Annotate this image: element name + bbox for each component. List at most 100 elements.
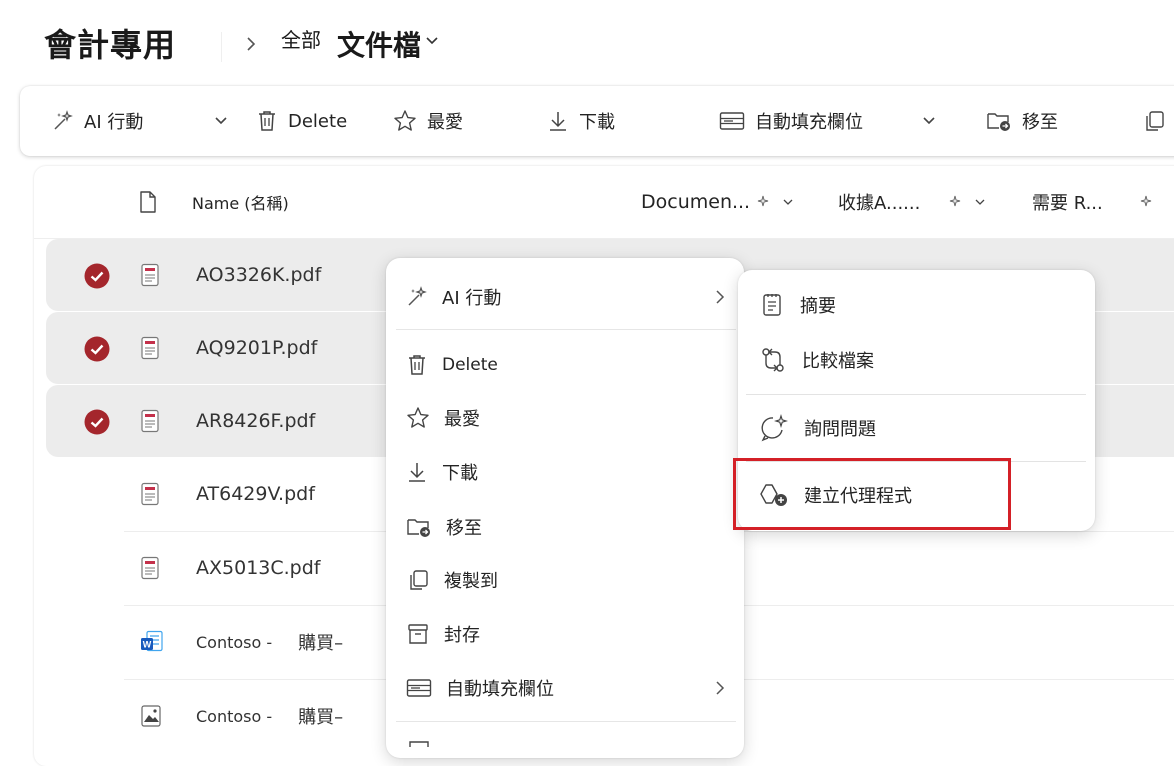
chevron-down-icon[interactable] [213, 114, 229, 128]
toolbar-download-button[interactable]: 下載 [547, 86, 615, 156]
trash-icon [406, 353, 428, 377]
menu-item-download[interactable]: 下載 [406, 459, 478, 485]
pdf-icon [140, 263, 160, 287]
menu-item-label: AI 行動 [442, 288, 502, 309]
menu-item-label: 移至 [446, 518, 482, 539]
submenu-item-ask-question[interactable]: 詢問問題 [760, 414, 876, 442]
submenu-divider [746, 394, 1086, 395]
toolbar-favorite-button[interactable]: 最愛 [393, 86, 463, 156]
toolbar-delete-label: Delete [288, 110, 348, 132]
file-name[interactable]: Contoso - 購買– [196, 680, 343, 752]
chevron-down-icon[interactable] [921, 114, 937, 128]
column-header-receipt[interactable]: 收據A...... [838, 166, 986, 238]
toolbar-delete-button[interactable]: Delete [256, 86, 347, 156]
menu-item-favorite[interactable]: 最愛 [406, 405, 480, 431]
menu-item-delete[interactable]: Delete [406, 353, 498, 377]
column-header-name[interactable]: Name (名稱) [192, 166, 289, 238]
toolbar-autofill-button[interactable]: 自動填充欄位 [719, 86, 937, 156]
chevron-right-icon [714, 680, 726, 696]
column-header-document-label: Documen... [641, 191, 751, 213]
toolbar-ai-actions-button[interactable]: AI 行動 [52, 86, 229, 156]
file-name[interactable]: AQ9201P.pdf [196, 312, 317, 384]
toolbar-ai-actions-label: AI 行動 [84, 112, 144, 133]
site-title[interactable]: 會計專用 [44, 20, 176, 66]
toolbar-copy-button[interactable] [1142, 86, 1166, 156]
toolbar-autofill-label: 自動填充欄位 [755, 112, 863, 133]
check-circle-icon[interactable] [84, 263, 110, 289]
submenu-item-label: 比較檔案 [802, 351, 874, 372]
star-icon [406, 406, 430, 430]
file-name[interactable]: AX5013C.pdf [196, 532, 320, 604]
check-circle-icon[interactable] [84, 336, 110, 362]
file-name[interactable]: AT6429V.pdf [196, 458, 315, 530]
breadcrumb-all[interactable]: 全部 [281, 24, 321, 53]
image-icon [140, 704, 162, 728]
highlight-box [733, 458, 1011, 530]
file-name[interactable]: Contoso - 購買– [196, 606, 343, 678]
copy-icon [406, 568, 430, 592]
check-circle-icon[interactable] [84, 409, 110, 435]
download-icon [406, 460, 428, 484]
submenu-item-label: 摘要 [800, 296, 836, 317]
autofill-columns-icon [719, 111, 745, 131]
menu-item-label: Delete [442, 355, 498, 375]
menu-item-label: 最愛 [444, 409, 480, 430]
submenu-item-label: 詢問問題 [804, 419, 876, 440]
menu-item-label: 封存 [444, 625, 480, 646]
library-dropdown-chevron-icon[interactable] [424, 34, 440, 48]
folder-move-icon [986, 110, 1012, 132]
submenu-item-summary[interactable]: 摘要 [760, 292, 836, 318]
pdf-icon [140, 409, 160, 433]
word-icon: W [140, 630, 164, 654]
column-header-requires-label: 需要 R... [1032, 193, 1103, 214]
pdf-icon [140, 556, 160, 580]
menu-divider [396, 721, 736, 722]
header-divider [221, 32, 222, 62]
menu-item-move-to[interactable]: 移至 [406, 514, 482, 540]
pdf-icon [140, 482, 160, 506]
breadcrumb-chevron-icon [244, 34, 258, 54]
menu-item-label: 複製到 [444, 571, 498, 592]
toolbar-favorite-label: 最愛 [427, 112, 463, 133]
file-type-column-icon[interactable] [138, 166, 158, 238]
column-header-receipt-label: 收據A...... [838, 193, 921, 214]
sparkle-wand-icon [406, 286, 428, 308]
sparkle-wand-icon [52, 110, 74, 132]
toolbar-move-label: 移至 [1022, 112, 1058, 133]
column-header-requires[interactable]: 需要 R... [1032, 166, 1153, 238]
trash-icon [256, 109, 278, 133]
toolbar-download-label: 下載 [579, 112, 615, 133]
column-header-row: Name (名稱) Documen... 收據A...... 需要 R... [34, 166, 1174, 238]
file-name[interactable]: AO3326K.pdf [196, 239, 321, 311]
chat-sparkle-icon [760, 414, 788, 442]
menu-item-autofill[interactable]: 自動填充欄位 [406, 675, 726, 701]
breadcrumb-library[interactable]: 文件檔 [337, 24, 421, 64]
chevron-down-icon[interactable] [782, 197, 794, 207]
autofill-columns-icon [406, 678, 432, 698]
menu-item-label: 下載 [442, 463, 478, 484]
ai-sparkle-icon [1139, 195, 1153, 209]
star-icon [393, 109, 417, 133]
menu-divider [396, 329, 736, 330]
file-name-part: 購買– [298, 707, 344, 728]
file-name-part: 購買– [298, 633, 344, 654]
menu-item-archive[interactable]: 封存 [406, 621, 480, 647]
ai-sparkle-icon [948, 195, 962, 209]
menu-item-ai-actions[interactable]: AI 行動 [406, 284, 726, 310]
file-name[interactable]: AR8426F.pdf [196, 385, 315, 457]
ai-sparkle-icon [756, 195, 770, 209]
column-header-document[interactable]: Documen... [641, 166, 794, 238]
compare-icon [760, 347, 786, 373]
archive-icon [406, 622, 430, 646]
menu-item-copy-to[interactable]: 複製到 [406, 567, 498, 593]
notes-icon [760, 292, 784, 318]
submenu-item-compare[interactable]: 比較檔案 [760, 347, 874, 373]
command-bar: AI 行動 Delete 最愛 下載 自動填充欄位 移至 [20, 86, 1174, 156]
download-icon [547, 109, 569, 133]
copy-icon [1142, 109, 1166, 133]
svg-text:W: W [143, 640, 152, 650]
toolbar-move-button[interactable]: 移至 [986, 86, 1058, 156]
chevron-down-icon[interactable] [974, 197, 986, 207]
file-name-part: Contoso - [196, 632, 273, 652]
menu-item-label: 自動填充欄位 [446, 679, 554, 700]
